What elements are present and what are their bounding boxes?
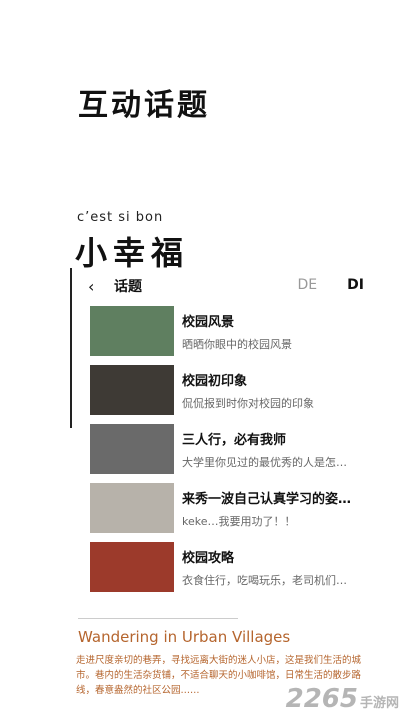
phone-screen: ‹ 话题 DE DI 校园风景 晒晒你眼中的校园风景 校园初印象 侃侃报到时你对… [78, 270, 378, 610]
topic-text: 校园攻略 衣食住行，吃喝玩乐，老司机们… [182, 542, 362, 588]
topic-list: 校园风景 晒晒你眼中的校园风景 校园初印象 侃侃报到时你对校园的印象 三人行，必… [78, 306, 378, 599]
topic-subtitle: 侃侃报到时你对校园的印象 [182, 397, 314, 410]
watermark-site: 手游网 [359, 696, 399, 711]
topic-subtitle: 大学里你见过的最优秀的人是怎… [182, 456, 347, 469]
page-title: 互动话题 [78, 88, 210, 123]
topic-thumbnail [90, 483, 174, 533]
brand-title: 小幸福 [75, 234, 190, 272]
topic-item[interactable]: 校园风景 晒晒你眼中的校园风景 [78, 306, 378, 363]
topic-title: 校园攻略 [182, 551, 235, 566]
nav-bar: ‹ 话题 DE DI [78, 270, 378, 302]
topic-item[interactable]: 校园攻略 衣食住行，吃喝玩乐，老司机们… [78, 542, 378, 599]
nav-title: 话题 [114, 279, 142, 295]
watermark-brand: 2265 [285, 684, 358, 714]
topic-title: 校园风景 [182, 315, 235, 330]
topic-item[interactable]: 来秀一波自己认真学习的姿… keke…我要用功了！！ [78, 483, 378, 540]
topic-subtitle: 衣食住行，吃喝玩乐，老司机们… [182, 574, 347, 587]
back-icon[interactable]: ‹ [78, 277, 110, 296]
topic-thumbnail [90, 424, 174, 474]
topic-thumbnail [90, 306, 174, 356]
topic-subtitle: keke…我要用功了！！ [182, 515, 296, 528]
topic-thumbnail [90, 542, 174, 592]
tab-di[interactable]: DI [347, 277, 364, 293]
watermark: 2265 手游网 [286, 684, 399, 714]
topic-item[interactable]: 三人行，必有我师 大学里你见过的最优秀的人是怎… [78, 424, 378, 481]
divider [78, 618, 238, 619]
topic-title: 三人行，必有我师 [182, 433, 287, 448]
topic-text: 来秀一波自己认真学习的姿… keke…我要用功了！！ [182, 483, 362, 529]
topic-thumbnail [90, 365, 174, 415]
tab-de[interactable]: DE [298, 277, 318, 293]
topic-title: 校园初印象 [182, 374, 248, 389]
footer-title: Wandering in Urban Villages [78, 628, 291, 646]
topic-item[interactable]: 校园初印象 侃侃报到时你对校园的印象 [78, 365, 378, 422]
topic-subtitle: 晒晒你眼中的校园风景 [182, 338, 292, 351]
brand-eyebrow: c’est si bon [77, 210, 164, 225]
nav-tabs: DE DI [298, 277, 364, 293]
topic-text: 校园风景 晒晒你眼中的校园风景 [182, 306, 362, 352]
topic-text: 校园初印象 侃侃报到时你对校园的印象 [182, 365, 362, 411]
topic-text: 三人行，必有我师 大学里你见过的最优秀的人是怎… [182, 424, 362, 470]
topic-title: 来秀一波自己认真学习的姿… [182, 492, 352, 507]
frame-line [70, 268, 72, 428]
